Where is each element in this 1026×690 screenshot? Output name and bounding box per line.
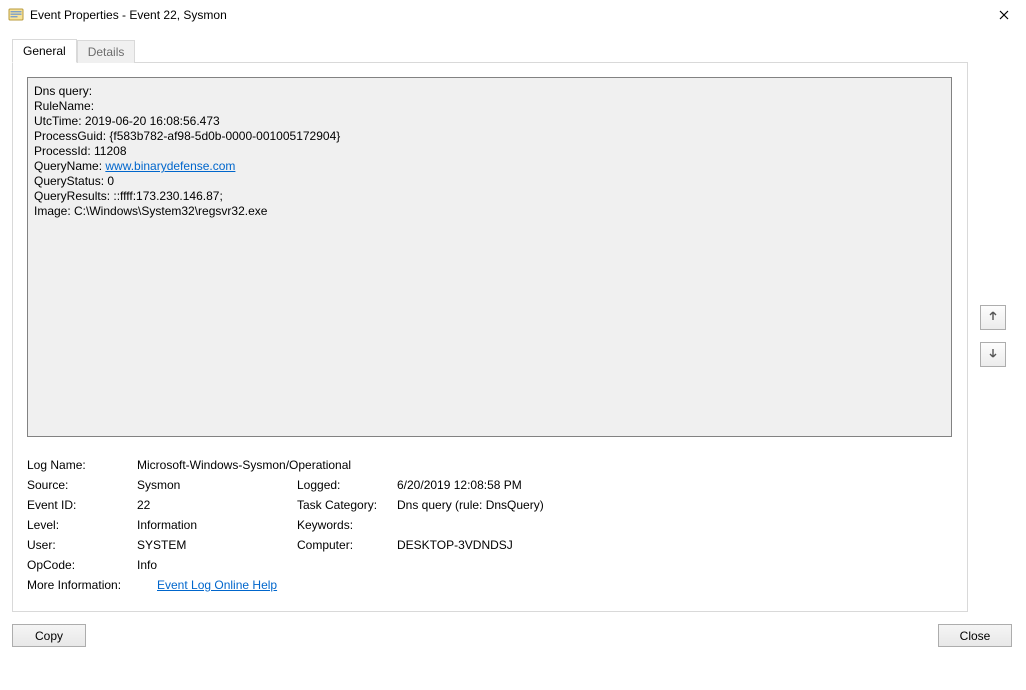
row-level-keywords: Level: Information Keywords: xyxy=(27,515,952,535)
arrow-up-icon xyxy=(987,310,999,325)
label-source: Source: xyxy=(27,478,137,492)
titlebar: Event Properties - Event 22, Sysmon xyxy=(0,0,1026,30)
copy-button[interactable]: Copy xyxy=(12,624,86,647)
event-log-online-help-link[interactable]: Event Log Online Help xyxy=(157,578,277,592)
event-description-box[interactable]: Dns query: RuleName: UtcTime: 2019-06-20… xyxy=(27,77,952,437)
label-user: User: xyxy=(27,538,137,552)
close-button[interactable]: Close xyxy=(938,624,1012,647)
event-nav-buttons xyxy=(980,305,1006,367)
value-source: Sysmon xyxy=(137,478,297,492)
event-info-grid: Log Name: Microsoft-Windows-Sysmon/Opera… xyxy=(27,455,952,595)
value-task-category: Dns query (rule: DnsQuery) xyxy=(397,498,952,512)
row-log-name: Log Name: Microsoft-Windows-Sysmon/Opera… xyxy=(27,455,952,475)
label-opcode: OpCode: xyxy=(27,558,137,572)
value-keywords xyxy=(397,518,952,532)
window-title: Event Properties - Event 22, Sysmon xyxy=(30,8,227,22)
value-more-info: Event Log Online Help xyxy=(157,578,277,592)
label-keywords: Keywords: xyxy=(297,518,397,532)
event-line: ProcessId: 11208 xyxy=(34,144,127,158)
event-line: RuleName: xyxy=(34,99,94,113)
row-user-computer: User: SYSTEM Computer: DESKTOP-3VDNDSJ xyxy=(27,535,952,555)
row-more-info: More Information: Event Log Online Help xyxy=(27,575,952,595)
event-line: UtcTime: 2019-06-20 16:08:56.473 xyxy=(34,114,220,128)
value-opcode: Info xyxy=(137,558,297,572)
window-close-button[interactable] xyxy=(981,0,1026,30)
previous-event-button[interactable] xyxy=(980,305,1006,330)
tab-details[interactable]: Details xyxy=(77,40,136,63)
label-computer: Computer: xyxy=(297,538,397,552)
tab-panel-general: Dns query: RuleName: UtcTime: 2019-06-20… xyxy=(12,62,968,612)
value-log-name: Microsoft-Windows-Sysmon/Operational xyxy=(137,458,351,472)
next-event-button[interactable] xyxy=(980,342,1006,367)
arrow-down-icon xyxy=(987,347,999,362)
event-line: QueryStatus: 0 xyxy=(34,174,114,188)
label-log-name: Log Name: xyxy=(27,458,137,472)
row-opcode: OpCode: Info xyxy=(27,555,952,575)
event-line: QueryName: www.binarydefense.com xyxy=(34,159,235,173)
event-line: Image: C:\Windows\System32\regsvr32.exe xyxy=(34,204,267,218)
label-more-info: More Information: xyxy=(27,578,157,592)
event-line: QueryResults: ::ffff:173.230.146.87; xyxy=(34,189,223,203)
tab-strip: General Details xyxy=(12,38,1014,62)
label-level: Level: xyxy=(27,518,137,532)
value-level: Information xyxy=(137,518,297,532)
query-name-link[interactable]: www.binarydefense.com xyxy=(105,159,235,173)
event-line-prefix: QueryName: xyxy=(34,159,105,173)
value-computer: DESKTOP-3VDNDSJ xyxy=(397,538,952,552)
event-line: Dns query: xyxy=(34,84,92,98)
event-viewer-icon xyxy=(8,7,24,23)
label-logged: Logged: xyxy=(297,478,397,492)
label-event-id: Event ID: xyxy=(27,498,137,512)
value-logged: 6/20/2019 12:08:58 PM xyxy=(397,478,952,492)
dialog-button-bar: Copy Close xyxy=(12,624,1012,647)
dialog-body: General Details Dns query: RuleName: Utc… xyxy=(0,30,1026,659)
tab-general[interactable]: General xyxy=(12,39,77,63)
value-user: SYSTEM xyxy=(137,538,297,552)
value-event-id: 22 xyxy=(137,498,297,512)
event-line: ProcessGuid: {f583b782-af98-5d0b-0000-00… xyxy=(34,129,340,143)
row-source-logged: Source: Sysmon Logged: 6/20/2019 12:08:5… xyxy=(27,475,952,495)
label-task-category: Task Category: xyxy=(297,498,397,512)
row-eventid-taskcat: Event ID: 22 Task Category: Dns query (r… xyxy=(27,495,952,515)
